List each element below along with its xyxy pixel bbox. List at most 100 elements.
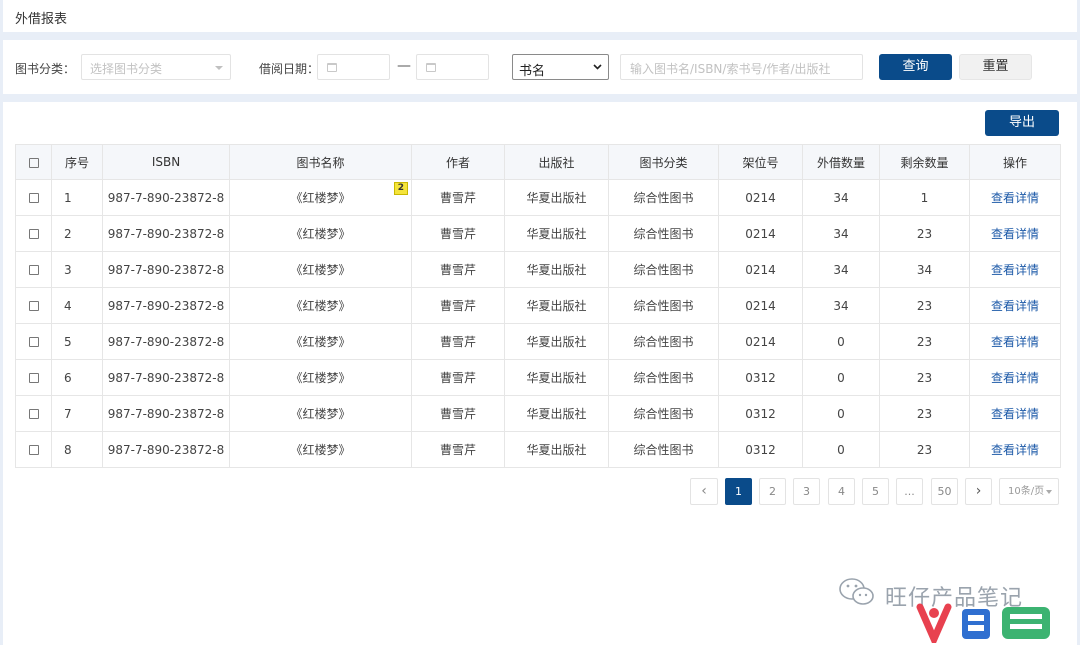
table-row: 1 987-7-890-23872-8 《红楼梦》 2 曹雪芹 华夏出版社 综合性…: [15, 179, 1061, 216]
cell-no: 2: [51, 215, 103, 252]
table-row: 2 987-7-890-23872-8 《红楼梦》 曹雪芹 华夏出版社 综合性图…: [15, 215, 1061, 252]
cell-category: 综合性图书: [608, 179, 719, 216]
header-category: 图书分类: [608, 144, 719, 180]
cell-author: 曹雪芹: [411, 215, 505, 252]
cell-no: 4: [51, 287, 103, 324]
page-title: 外借报表: [15, 12, 68, 27]
cell-author: 曹雪芹: [411, 431, 505, 468]
view-details-link[interactable]: 查看详情: [991, 191, 1039, 205]
cell-author: 曹雪芹: [411, 251, 505, 288]
cell-isbn: 987-7-890-23872-8: [102, 395, 230, 432]
page-button[interactable]: 1: [725, 478, 752, 505]
cell-isbn: 987-7-890-23872-8: [102, 251, 230, 288]
date-separator: —: [397, 58, 411, 74]
page-ellipsis: ...: [896, 478, 923, 505]
select-all-cell[interactable]: [15, 144, 52, 180]
date-start-input[interactable]: [317, 54, 390, 80]
view-details-link[interactable]: 查看详情: [991, 371, 1039, 385]
cell-category: 综合性图书: [608, 215, 719, 252]
row-checkbox[interactable]: [28, 193, 39, 203]
row-checkbox[interactable]: [28, 337, 39, 347]
cell-title: 《红楼梦》: [229, 359, 412, 396]
cell-remain: 23: [879, 287, 970, 324]
cell-remain: 23: [879, 395, 970, 432]
cell-category: 综合性图书: [608, 359, 719, 396]
table-row: 8 987-7-890-23872-8 《红楼梦》 曹雪芹 华夏出版社 综合性图…: [15, 431, 1061, 468]
cell-category: 综合性图书: [608, 395, 719, 432]
page-button[interactable]: 4: [828, 478, 855, 505]
export-button[interactable]: 导出: [985, 110, 1059, 136]
cell-no: 6: [51, 359, 103, 396]
row-checkbox[interactable]: [28, 373, 39, 383]
row-checkbox[interactable]: [28, 301, 39, 311]
page-button[interactable]: 2: [759, 478, 786, 505]
next-page-button[interactable]: ›: [965, 478, 992, 505]
header-action: 操作: [969, 144, 1061, 180]
cell-title: 《红楼梦》: [229, 215, 412, 252]
header-author: 作者: [411, 144, 505, 180]
query-button[interactable]: 查询: [879, 54, 952, 80]
cell-shelf: 0312: [718, 431, 803, 468]
page-button[interactable]: 3: [793, 478, 820, 505]
chevron-down-icon: [215, 66, 223, 70]
cell-isbn: 987-7-890-23872-8: [102, 431, 230, 468]
cell-lent: 0: [802, 431, 880, 468]
page-size-value: 10条/页: [1008, 486, 1045, 497]
select-all-checkbox[interactable]: [28, 157, 39, 168]
brand-logo: [916, 603, 1050, 643]
table-row: 6 987-7-890-23872-8 《红楼梦》 曹雪芹 华夏出版社 综合性图…: [15, 359, 1061, 396]
chevron-down-icon: [593, 64, 602, 70]
cell-lent: 34: [802, 215, 880, 252]
row-checkbox[interactable]: [28, 265, 39, 275]
cell-title-text: 《红楼梦》: [290, 191, 351, 205]
filter-bar: 图书分类： 选择图书分类 借阅日期： — 书名 输入图书名/ISBN/索书号/作…: [3, 40, 1077, 94]
view-details-link[interactable]: 查看详情: [991, 407, 1039, 421]
view-details-link[interactable]: 查看详情: [991, 335, 1039, 349]
cell-shelf: 0312: [718, 359, 803, 396]
cell-publisher: 华夏出版社: [504, 179, 609, 216]
cell-shelf: 0214: [718, 215, 803, 252]
cell-remain: 34: [879, 251, 970, 288]
cell-publisher: 华夏出版社: [504, 323, 609, 360]
search-placeholder: 输入图书名/ISBN/索书号/作者/出版社: [630, 62, 831, 76]
cell-shelf: 0214: [718, 287, 803, 324]
cell-remain: 23: [879, 323, 970, 360]
cell-shelf: 0312: [718, 395, 803, 432]
calendar-icon: [426, 63, 436, 72]
row-checkbox[interactable]: [28, 229, 39, 239]
cell-shelf: 0214: [718, 251, 803, 288]
cell-isbn: 987-7-890-23872-8: [102, 215, 230, 252]
row-checkbox[interactable]: [28, 445, 39, 455]
cell-category: 综合性图书: [608, 323, 719, 360]
page-button[interactable]: 50: [931, 478, 958, 505]
prev-page-button[interactable]: ‹: [690, 478, 718, 505]
view-details-link[interactable]: 查看详情: [991, 227, 1039, 241]
category-select[interactable]: 选择图书分类: [81, 54, 231, 80]
chevron-down-icon: [1046, 490, 1052, 494]
cell-author: 曹雪芹: [411, 359, 505, 396]
view-details-link[interactable]: 查看详情: [991, 443, 1039, 457]
cell-title: 《红楼梦》: [229, 251, 412, 288]
date-end-input[interactable]: [416, 54, 489, 80]
page-button[interactable]: 5: [862, 478, 889, 505]
search-field-select[interactable]: 书名: [512, 54, 609, 80]
header-remain: 剩余数量: [879, 144, 970, 180]
cell-publisher: 华夏出版社: [504, 431, 609, 468]
page-size-select[interactable]: 10条/页: [999, 478, 1059, 505]
reset-button[interactable]: 重置: [959, 54, 1032, 80]
cell-shelf: 0214: [718, 323, 803, 360]
loan-report-table: 序号 ISBN 图书名称 作者 出版社 图书分类 架位号 外借数量 剩余数量 操…: [15, 144, 1061, 468]
header-title: 图书名称: [229, 144, 412, 180]
cell-title: 《红楼梦》 2: [229, 179, 412, 216]
cell-author: 曹雪芹: [411, 323, 505, 360]
row-checkbox[interactable]: [28, 409, 39, 419]
view-details-link[interactable]: 查看详情: [991, 299, 1039, 313]
cell-category: 综合性图书: [608, 287, 719, 324]
cell-title: 《红楼梦》: [229, 323, 412, 360]
header-no: 序号: [51, 144, 103, 180]
cell-isbn: 987-7-890-23872-8: [102, 323, 230, 360]
cell-lent: 0: [802, 395, 880, 432]
view-details-link[interactable]: 查看详情: [991, 263, 1039, 277]
table-row: 5 987-7-890-23872-8 《红楼梦》 曹雪芹 华夏出版社 综合性图…: [15, 323, 1061, 360]
search-input[interactable]: 输入图书名/ISBN/索书号/作者/出版社: [620, 54, 863, 80]
